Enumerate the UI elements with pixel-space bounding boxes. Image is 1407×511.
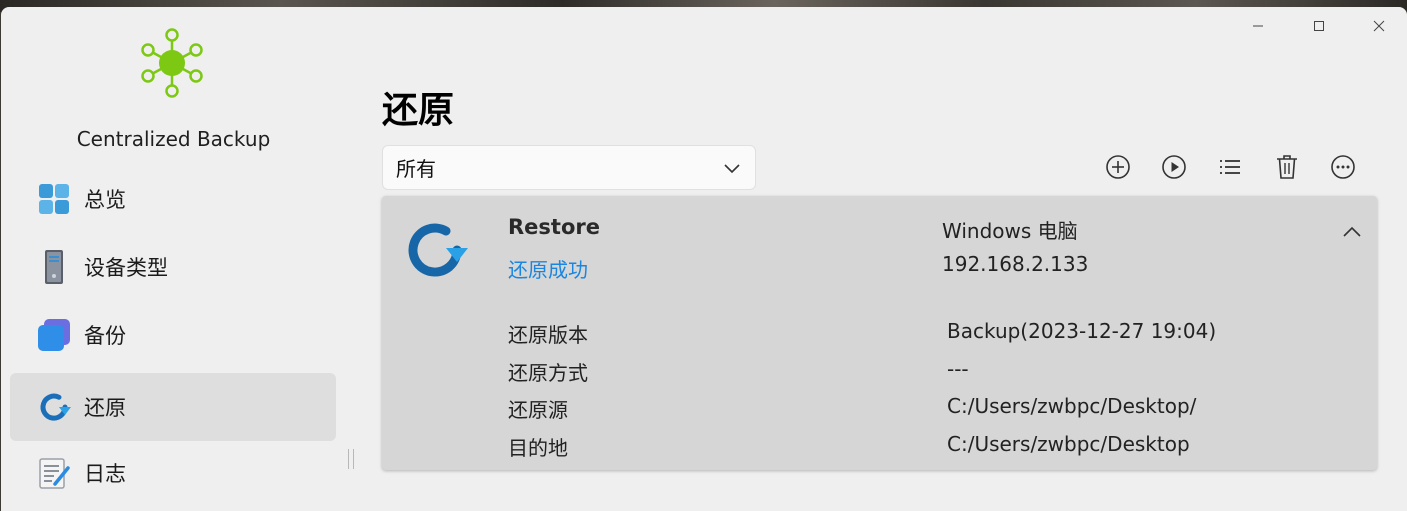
more-icon xyxy=(1331,155,1355,179)
detail-label-destination: 目的地 xyxy=(508,436,568,460)
page-title: 还原 xyxy=(382,90,455,131)
task-name: Restore xyxy=(508,215,600,239)
detail-value-method: --- xyxy=(947,357,969,381)
minimize-icon xyxy=(1253,25,1263,27)
overview-tiles-icon xyxy=(37,182,71,216)
task-status: 还原成功 xyxy=(508,258,588,282)
task-list-button[interactable] xyxy=(1216,153,1244,181)
sidebar-item-label: 备份 xyxy=(84,324,126,348)
add-icon xyxy=(1106,155,1130,179)
log-notepad-icon xyxy=(37,456,71,490)
sidebar-item-overview[interactable]: 总览 xyxy=(10,165,336,233)
maximize-icon xyxy=(1314,21,1324,31)
sidebar-item-backup[interactable]: 备份 xyxy=(10,301,336,369)
close-button[interactable] xyxy=(1368,15,1390,37)
chevron-up-icon xyxy=(1343,226,1361,237)
sidebar-resize-handle[interactable] xyxy=(348,449,354,469)
sidebar-item-log[interactable]: 日志 xyxy=(10,439,336,507)
restore-task-card[interactable]: Restore 还原成功 Windows 电脑 192.168.2.133 还原… xyxy=(382,196,1377,470)
backup-icon xyxy=(37,318,71,352)
restore-icon xyxy=(37,390,71,424)
run-button[interactable] xyxy=(1160,153,1188,181)
computer-tower-icon xyxy=(37,250,71,284)
device-ip: 192.168.2.133 xyxy=(942,252,1089,276)
detail-value-destination: C:/Users/zwbpc/Desktop xyxy=(947,432,1190,456)
filter-dropdown[interactable]: 所有 xyxy=(382,145,756,190)
sidebar-item-restore[interactable]: 还原 xyxy=(10,373,336,441)
add-button[interactable] xyxy=(1104,153,1132,181)
collapse-button[interactable] xyxy=(1340,220,1364,244)
sidebar-item-device-types[interactable]: 设备类型 xyxy=(10,233,336,301)
delete-icon xyxy=(1277,155,1297,179)
app-logo-icon xyxy=(141,28,203,98)
app-window: Centralized Backup 总览 设备类型 备份 还原 日志 还原 所… xyxy=(1,7,1407,511)
sidebar: Centralized Backup 总览 设备类型 备份 还原 日志 xyxy=(1,7,346,511)
maximize-button[interactable] xyxy=(1308,15,1330,37)
sidebar-item-label: 设备类型 xyxy=(84,256,168,280)
detail-value-version: Backup(2023-12-27 19:04) xyxy=(947,319,1217,343)
app-name: Centralized Backup xyxy=(76,127,271,151)
detail-label-version: 还原版本 xyxy=(508,323,588,347)
play-icon xyxy=(1162,155,1186,179)
sidebar-item-label: 日志 xyxy=(84,462,126,486)
detail-label-source: 还原源 xyxy=(508,398,568,422)
device-name: Windows 电脑 xyxy=(942,219,1078,243)
close-icon xyxy=(1373,20,1385,32)
restore-task-icon xyxy=(408,223,468,277)
list-icon xyxy=(1220,160,1240,174)
sidebar-item-label: 还原 xyxy=(84,396,126,420)
chevron-down-icon xyxy=(723,162,741,174)
detail-label-method: 还原方式 xyxy=(508,361,588,385)
delete-button[interactable] xyxy=(1273,153,1301,181)
more-button[interactable] xyxy=(1329,153,1357,181)
minimize-button[interactable] xyxy=(1247,15,1269,37)
sidebar-item-label: 总览 xyxy=(84,188,126,212)
filter-selected-value: 所有 xyxy=(396,157,436,181)
detail-value-source: C:/Users/zwbpc/Desktop/ xyxy=(947,394,1197,418)
